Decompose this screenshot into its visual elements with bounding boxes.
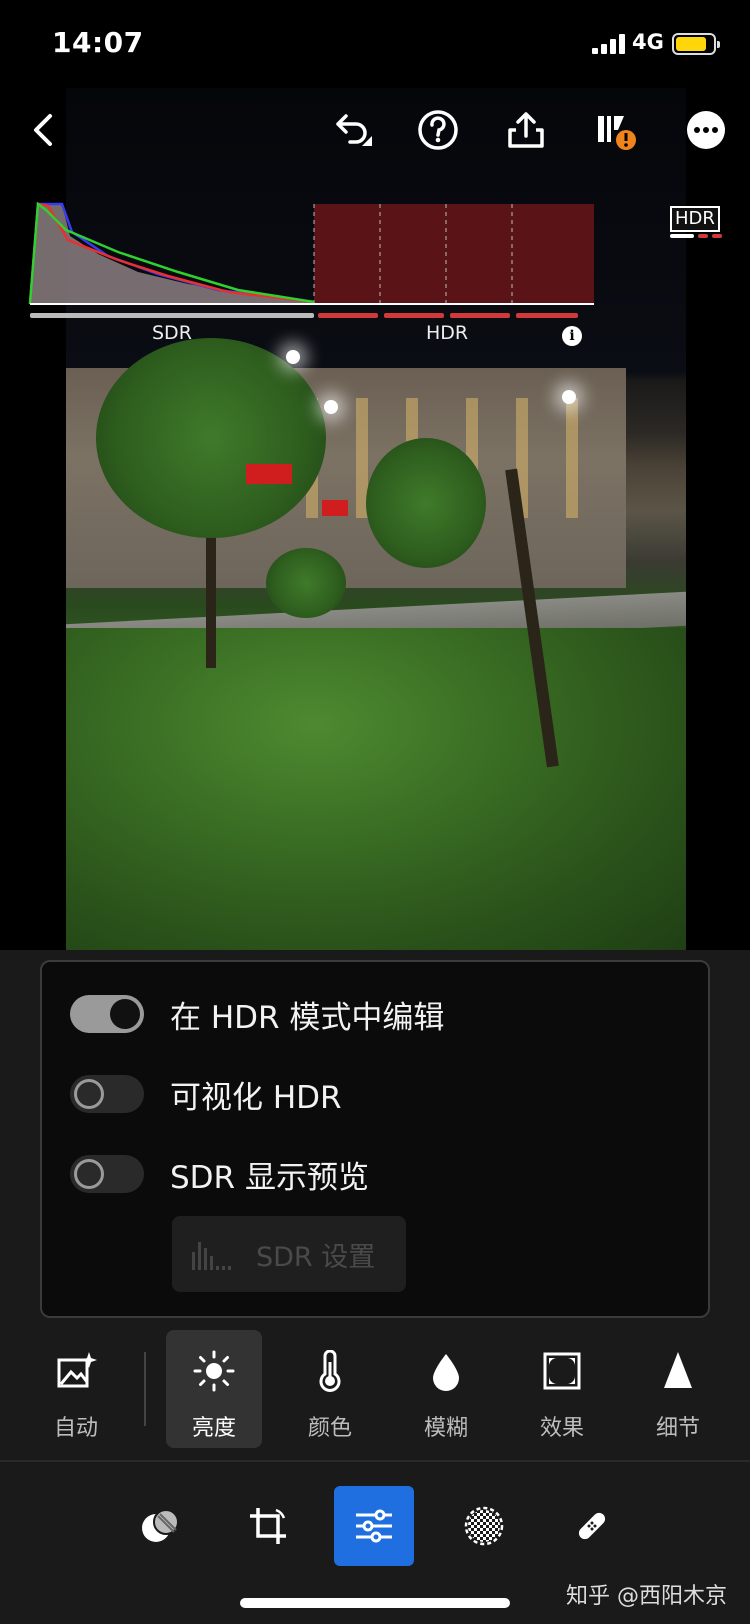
help-button[interactable] xyxy=(410,102,466,158)
edit-tools-bar: 自动 亮度 颜色 模糊 效果 细节 xyxy=(0,1330,750,1460)
cloud-sync-button[interactable] xyxy=(588,102,644,158)
hdr-zone xyxy=(314,204,594,304)
mode-healing[interactable] xyxy=(552,1486,632,1566)
home-indicator[interactable] xyxy=(240,1598,510,1608)
hdr-badge[interactable]: HDR xyxy=(670,206,720,232)
histogram-graph xyxy=(28,201,594,305)
undo-button[interactable] xyxy=(322,102,378,158)
top-toolbar xyxy=(0,88,750,196)
mode-adjust[interactable] xyxy=(334,1486,414,1566)
presets-icon xyxy=(142,1509,179,1542)
toggle-row-visualize-hdr[interactable]: 可视化 HDR xyxy=(70,1074,342,1116)
sdr-preview-toggle[interactable] xyxy=(70,1155,144,1193)
histogram-bars-icon xyxy=(192,1242,231,1270)
photo-tree xyxy=(366,438,486,568)
histogram[interactable]: SDR HDR i xyxy=(28,196,594,346)
hdr-label: HDR xyxy=(426,322,469,344)
sliders-icon xyxy=(356,1509,392,1543)
back-button[interactable] xyxy=(16,102,72,158)
signal-icon xyxy=(592,34,625,54)
network-type: 4G xyxy=(632,30,664,54)
street-lamp xyxy=(324,400,338,414)
info-icon[interactable]: i xyxy=(562,326,582,346)
street-lamp xyxy=(286,350,300,364)
hdr-options-panel: 在 HDR 模式中编辑 可视化 HDR SDR 显示预览 SDR 设置 xyxy=(40,960,710,1318)
photo-tree xyxy=(96,338,326,538)
thermometer-icon xyxy=(319,1350,341,1392)
mode-presets[interactable] xyxy=(120,1486,200,1566)
help-icon xyxy=(418,110,458,150)
hdr-range-bar xyxy=(516,313,578,318)
hdr-badge-indicator xyxy=(670,234,694,238)
undo-icon xyxy=(336,114,372,146)
tool-label: 细节 xyxy=(655,1416,700,1441)
photo-tree xyxy=(266,548,346,618)
tool-label: 模糊 xyxy=(423,1416,468,1441)
back-icon xyxy=(34,114,52,146)
more-button[interactable] xyxy=(678,102,734,158)
photo-grass xyxy=(66,628,686,950)
tool-color[interactable]: 颜色 xyxy=(282,1330,378,1448)
sdr-settings-button[interactable]: SDR 设置 xyxy=(172,1216,406,1292)
photo-flag xyxy=(246,464,292,484)
vignette-icon xyxy=(543,1352,581,1390)
status-bar: 14:07 4G xyxy=(0,0,750,88)
tool-blur[interactable]: 模糊 xyxy=(398,1330,494,1448)
tool-light[interactable]: 亮度 xyxy=(166,1330,262,1448)
tool-label: 亮度 xyxy=(191,1416,236,1441)
sun-icon xyxy=(193,1350,235,1392)
edit-in-hdr-toggle[interactable] xyxy=(70,995,144,1033)
triangle-icon xyxy=(664,1352,692,1388)
tool-detail[interactable]: 细节 xyxy=(630,1330,726,1448)
hdr-range-bar xyxy=(450,313,510,318)
more-icon xyxy=(687,111,725,149)
tool-label: 颜色 xyxy=(307,1416,352,1441)
share-button[interactable] xyxy=(498,102,554,158)
street-lamp xyxy=(562,390,576,404)
crop-icon xyxy=(250,1508,286,1544)
tools-divider xyxy=(144,1352,146,1426)
hdr-range-bar xyxy=(318,313,378,318)
toggle-label: 在 HDR 模式中编辑 xyxy=(170,999,445,1036)
tool-label: 效果 xyxy=(539,1416,584,1441)
hdr-range-bar xyxy=(384,313,444,318)
tool-effects[interactable]: 效果 xyxy=(514,1330,610,1448)
drop-icon xyxy=(433,1354,459,1391)
sdr-settings-label: SDR 设置 xyxy=(256,1241,376,1273)
cloud-sync-warning-icon xyxy=(598,116,636,150)
mode-masking[interactable] xyxy=(444,1486,524,1566)
toggle-label: SDR 显示预览 xyxy=(170,1159,369,1196)
watermark: 知乎 @西阳木京 xyxy=(566,1584,727,1609)
hdr-badge-indicator xyxy=(712,234,722,238)
masking-icon xyxy=(464,1506,504,1546)
share-icon xyxy=(508,112,544,148)
battery-icon xyxy=(672,33,720,55)
sdr-label: SDR xyxy=(152,322,192,344)
toggle-row-edit-hdr[interactable]: 在 HDR 模式中编辑 xyxy=(70,994,445,1036)
hdr-badge-indicator xyxy=(698,234,708,238)
photo-flag xyxy=(322,500,348,516)
tool-auto[interactable]: 自动 xyxy=(28,1330,124,1448)
toggle-row-sdr-preview[interactable]: SDR 显示预览 xyxy=(70,1154,369,1196)
toggle-label: 可视化 HDR xyxy=(170,1079,342,1116)
visualize-hdr-toggle[interactable] xyxy=(70,1075,144,1113)
sdr-range-bar xyxy=(30,313,314,318)
tool-label: 自动 xyxy=(53,1416,98,1441)
mode-crop[interactable] xyxy=(228,1486,308,1566)
auto-enhance-icon xyxy=(57,1352,97,1388)
healing-bandage-icon xyxy=(578,1512,606,1540)
status-time: 14:07 xyxy=(52,26,144,59)
